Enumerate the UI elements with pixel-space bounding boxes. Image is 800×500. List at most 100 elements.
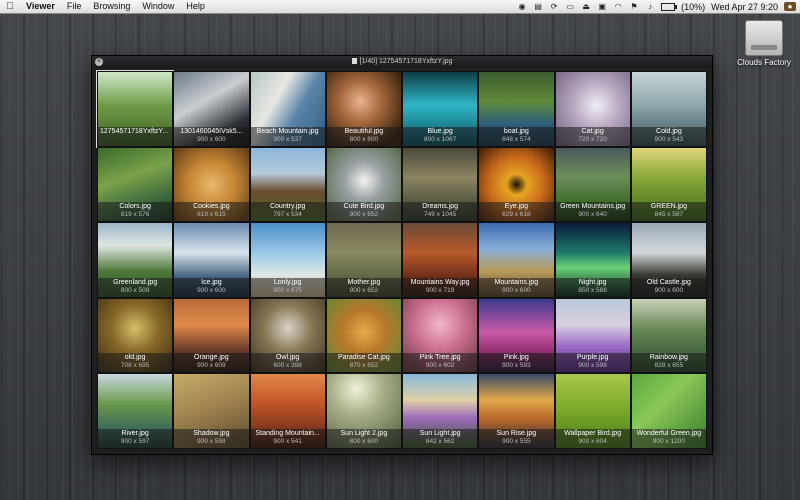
thumbnail-caption: boat.jpg 848 x 574 xyxy=(479,126,554,146)
thumbnail-caption: Mountains.jpg 900 x 600 xyxy=(479,277,554,297)
thumbnail[interactable]: Cat.jpg 720 x 720 xyxy=(554,71,631,147)
wifi-icon[interactable]: ◠ xyxy=(613,2,623,11)
thumbnail[interactable]: Wallpaper Bird.jpg 900 x 604 xyxy=(554,373,631,449)
thumbnail[interactable]: Mountains.jpg 900 x 600 xyxy=(478,222,555,298)
volume-icon[interactable]: ♪ xyxy=(645,2,655,11)
hard-drive-icon[interactable] xyxy=(745,20,783,56)
battery-percent: (10%) xyxy=(681,1,706,12)
thumbnail-filename: Ice.jpg xyxy=(201,278,222,286)
thumbnail[interactable]: River.jpg 900 x 597 xyxy=(97,373,174,449)
thumbnail[interactable]: Country.jpg 797 x 534 xyxy=(249,146,326,223)
growl-icon[interactable]: ● xyxy=(784,2,796,11)
thumbnail[interactable]: Lonly.jpg 900 x 675 xyxy=(249,222,326,298)
thumbnail-dimensions: 800 x 600 xyxy=(349,437,379,445)
thumbnail[interactable]: Mother.jpg 900 x 652 xyxy=(325,222,402,298)
thumbnail-filename: Eye.jpg xyxy=(504,203,529,211)
thumbnail-caption: Night.jpg 850 x 588 xyxy=(555,277,630,297)
apple-menu-icon[interactable]:  xyxy=(0,1,20,12)
thumbnail[interactable]: Cute Bird.jpg 900 x 652 xyxy=(325,146,402,223)
clock[interactable]: Wed Apr 27 9:20 xyxy=(711,2,778,12)
thumbnail-filename: Cold.jpg xyxy=(656,127,682,135)
thumbnail[interactable]: Shadow.jpg 900 x 598 xyxy=(173,373,250,449)
thumbnail-caption: Sun Light 2.jpg 800 x 600 xyxy=(326,428,401,448)
thumbnail[interactable]: Ice.jpg 900 x 600 xyxy=(173,222,250,298)
window-titlebar[interactable]: × [1/40] 12754571718YxftzY.jpg xyxy=(92,56,712,68)
thumbnail-dimensions: 900 x 600 xyxy=(197,286,226,294)
thumbnail[interactable]: Standing Mountain... 900 x 541 xyxy=(249,373,326,449)
thumbnail[interactable]: boat.jpg 848 x 574 xyxy=(478,71,555,147)
eject-icon[interactable]: ⏏ xyxy=(581,2,591,11)
thumbnail[interactable]: old.jpg 708 x 695 xyxy=(97,297,174,374)
thumbnail-caption: Cat.jpg 720 x 720 xyxy=(555,126,630,146)
thumbnail-filename: Wonderful Green.jpg xyxy=(636,429,702,437)
menu-app-viewer[interactable]: Viewer xyxy=(20,0,61,13)
drive-status-icon[interactable]: ▭ xyxy=(565,2,575,11)
thumbnail[interactable]: Paradise Cat.jpg 870 x 652 xyxy=(325,297,402,374)
thumbnail-dimensions: 800 x 800 xyxy=(349,135,379,143)
thumbnail[interactable]: Pink.jpg 900 x 593 xyxy=(478,297,555,374)
thumbnail-dimensions: 900 x 537 xyxy=(273,135,302,143)
thumbnail-dimensions: 900 x 675 xyxy=(273,286,302,294)
thumbnail[interactable]: Rainbow.jpg 828 x 655 xyxy=(630,297,707,374)
thumbnail[interactable]: Wonderful Green.jpg 900 x 1200 xyxy=(630,373,707,449)
thumbnail-dimensions: 900 x 640 xyxy=(578,211,607,219)
drive-label: Clouds Factory xyxy=(737,58,791,67)
thumbnail[interactable]: 1301460045IVsk5... 900 x 600 xyxy=(173,71,250,147)
thumbnail-dimensions: 848 x 574 xyxy=(502,135,531,143)
sync-icon[interactable]: ⟳ xyxy=(549,2,559,11)
thumbnail-dimensions: 850 x 588 xyxy=(578,286,607,294)
thumbnail-filename: boat.jpg xyxy=(503,127,529,135)
thumbnail-filename: Beautiful.jpg xyxy=(344,127,384,135)
close-window-button[interactable]: × xyxy=(95,58,103,66)
thumbnail[interactable]: Old Castle.jpg 900 x 600 xyxy=(630,222,707,298)
thumbnail[interactable]: Pink Tree.jpg 900 x 602 xyxy=(402,297,479,374)
notes-icon[interactable]: ▤ xyxy=(533,2,543,11)
thumbnail[interactable]: GREEN.jpg 845 x 587 xyxy=(630,146,707,223)
thumbnail[interactable]: Cookies.jpg 819 x 615 xyxy=(173,146,250,223)
thumbnail[interactable]: Sun Rise.jpg 900 x 555 xyxy=(478,373,555,449)
thumbnail-dimensions: 749 x 1045 xyxy=(424,211,457,219)
thumbnail[interactable]: 12754571718YxftzY.jpg xyxy=(95,70,175,148)
thumbnail-dimensions: 842 x 562 xyxy=(425,437,455,445)
thumbnail[interactable]: Mountains Way.jpg 900 x 719 xyxy=(402,222,479,298)
menu-help[interactable]: Help xyxy=(180,0,211,13)
thumbnail-caption: Paradise Cat.jpg 870 x 652 xyxy=(326,353,401,373)
thumbnail-filename: Mother.jpg xyxy=(347,278,381,286)
desktop-drive[interactable]: Clouds Factory xyxy=(734,20,794,67)
thumbnail-filename: old.jpg xyxy=(124,354,146,362)
thumbnail[interactable]: Beach Mountain.jpg 900 x 537 xyxy=(249,71,326,147)
thumbnail-filename: Mountains.jpg xyxy=(494,278,539,286)
thumbnail[interactable]: Orange.jpg 900 x 609 xyxy=(173,297,250,374)
thumbnail[interactable]: Greenland.jpg 800 x 509 xyxy=(97,222,174,298)
thumbnail[interactable]: Night.jpg 850 x 588 xyxy=(554,222,631,298)
thumbnail[interactable]: Green Mountains.jpg 900 x 640 xyxy=(554,146,631,223)
thumbnail[interactable]: Cold.jpg 900 x 543 xyxy=(630,71,707,147)
thumbnail-filename: Shadow.jpg xyxy=(193,429,230,437)
thumbnail-filename: Dreams.jpg xyxy=(422,203,459,211)
monitor-icon[interactable]: ▣ xyxy=(597,2,607,11)
thumbnail[interactable]: Dreams.jpg 749 x 1045 xyxy=(402,146,479,223)
thumbnail-caption: Orange.jpg 900 x 609 xyxy=(174,353,249,373)
thumbnail[interactable]: Owl.jpg 600 x 398 xyxy=(249,297,326,374)
thumbnail[interactable]: Eye.jpg 629 x 618 xyxy=(478,146,555,223)
globe-icon[interactable]: ◉ xyxy=(517,2,527,11)
thumbnail-caption: Pink.jpg 900 x 593 xyxy=(479,353,554,373)
battery-icon[interactable] xyxy=(661,2,678,11)
thumbnail-dimensions: 600 x 398 xyxy=(273,362,302,370)
thumbnail[interactable]: Blue.jpg 800 x 1067 xyxy=(402,71,479,147)
menu-window[interactable]: Window xyxy=(136,0,180,13)
thumbnail[interactable]: Sun Light.jpg 842 x 562 xyxy=(402,373,479,449)
flag-icon[interactable]: ⚑ xyxy=(629,2,639,11)
menu-file[interactable]: File xyxy=(61,0,88,13)
thumbnail-filename: Country.jpg xyxy=(269,203,306,211)
thumbnail-dimensions: 629 x 618 xyxy=(502,211,531,219)
thumbnail-filename: Colors.jpg xyxy=(119,203,151,211)
thumbnail-caption: Owl.jpg 600 x 398 xyxy=(250,353,325,373)
thumbnail[interactable]: Sun Light 2.jpg 800 x 600 xyxy=(325,373,402,449)
thumbnail[interactable]: Beautiful.jpg 800 x 800 xyxy=(325,71,402,147)
thumbnail[interactable]: Colors.jpg 819 x 576 xyxy=(97,146,174,223)
thumbnail[interactable]: Purple.jpg 900 x 598 xyxy=(554,297,631,374)
menu-browsing[interactable]: Browsing xyxy=(87,0,136,13)
thumbnail-caption: Rainbow.jpg 828 x 655 xyxy=(631,353,706,373)
thumbnail-filename: Lonly.jpg xyxy=(273,278,302,286)
